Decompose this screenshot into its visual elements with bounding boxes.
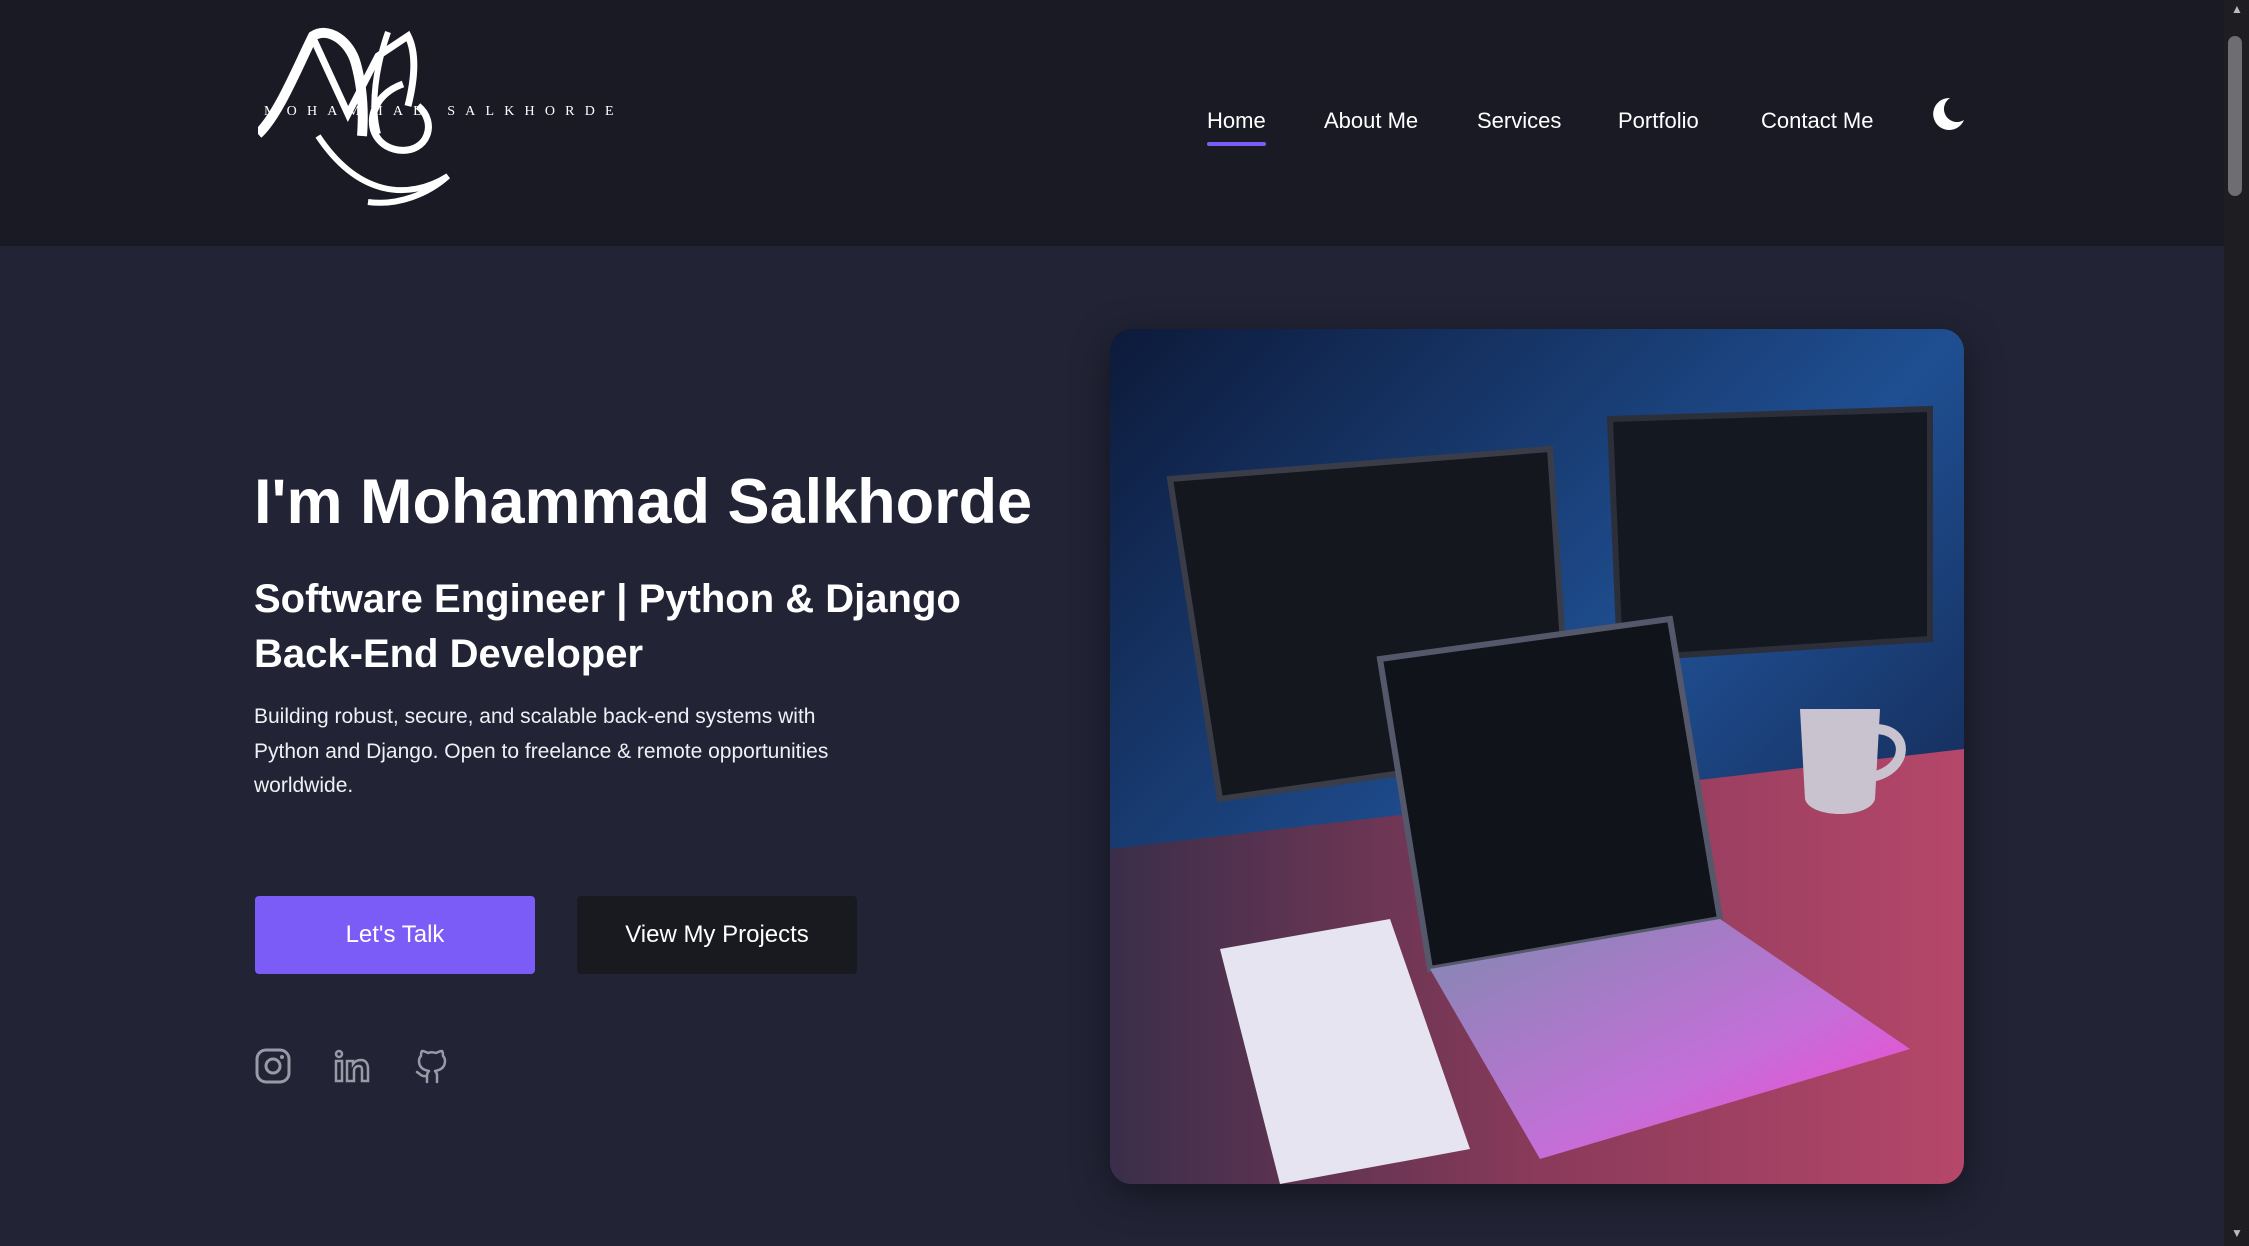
moon-icon	[1933, 97, 1964, 130]
linkedin-icon	[334, 1049, 370, 1083]
hero-title: I'm Mohammad Salkhorde	[254, 467, 1033, 537]
nav-services[interactable]: Services	[1477, 108, 1561, 134]
nav-contact-me[interactable]: Contact Me	[1761, 108, 1874, 134]
nav-portfolio[interactable]: Portfolio	[1618, 108, 1699, 134]
site-logo[interactable]: MOHAMMAD SALKHORDE	[254, 26, 624, 216]
hero-description: Building robust, secure, and scalable ba…	[254, 705, 829, 797]
view-projects-button[interactable]: View My Projects	[577, 896, 857, 974]
instagram-link[interactable]	[253, 1046, 293, 1086]
theme-toggle-button[interactable]	[1928, 94, 1968, 134]
nav-home[interactable]: Home	[1207, 108, 1266, 146]
workspace-illustration	[1110, 329, 1964, 1184]
site-header: MOHAMMAD SALKHORDE Home About Me Service…	[0, 0, 2224, 246]
scroll-down-arrow-icon[interactable]: ▼	[2228, 1226, 2246, 1244]
hero-subtitle: Software Engineer | Python & Django Back…	[254, 577, 961, 676]
github-link[interactable]	[412, 1046, 452, 1086]
scroll-up-arrow-icon[interactable]: ▲	[2228, 2, 2246, 20]
github-icon	[415, 1049, 447, 1084]
instagram-icon	[255, 1048, 291, 1084]
logo-monogram	[254, 27, 451, 206]
workspace-photo	[1110, 329, 1964, 1184]
linkedin-link[interactable]	[332, 1046, 372, 1086]
lets-talk-button[interactable]: Let's Talk	[255, 896, 535, 974]
nav-about-me[interactable]: About Me	[1324, 108, 1418, 134]
scrollbar-thumb[interactable]	[2228, 36, 2242, 196]
logo-text: MOHAMMAD SALKHORDE	[264, 104, 624, 119]
